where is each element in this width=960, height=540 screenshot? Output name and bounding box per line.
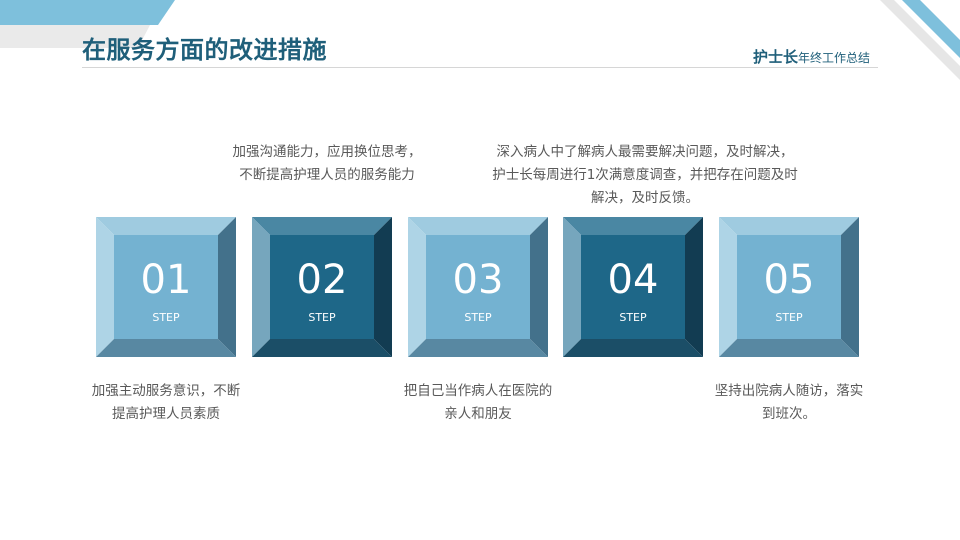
step-number-02: 02 [296, 257, 348, 303]
step-number-05: 05 [763, 257, 815, 303]
step-desc-02: 加强沟通能力，应用换位思考，不断提高护理人员的服务能力 [232, 144, 422, 183]
step-desc-03: 把自己当作病人在医院的亲人和朋友 [403, 383, 553, 422]
step-block-04: 04 STEP [563, 217, 703, 357]
step-label-02: STEP [308, 311, 336, 324]
step-block-05: 05 STEP [719, 217, 859, 357]
step-label-03: STEP [464, 311, 492, 324]
brand-label: 护士长年终工作总结 [753, 46, 870, 67]
header-divider [82, 67, 878, 68]
page-title: 在服务方面的改进措施 [82, 36, 327, 64]
step-label-04: STEP [619, 311, 647, 324]
step-block-01: 01 STEP [96, 217, 236, 357]
step-label-01: STEP [152, 311, 180, 324]
step-desc-01: 加强主动服务意识，不断提高护理人员素质 [91, 383, 241, 422]
step-label-05: STEP [775, 311, 803, 324]
step-desc-05: 坚持出院病人随访，落实到班次。 [714, 383, 864, 422]
brand-strong: 护士长 [752, 48, 798, 66]
top-right-decoration [880, 0, 960, 80]
step-block-03: 03 STEP [408, 217, 548, 357]
step-number-04: 04 [607, 257, 659, 303]
brand-rest: 年终工作总结 [797, 51, 870, 65]
step-desc-04: 深入病人中了解病人最需要解决问题，及时解决，护士长每周进行1次满意度调查，并把存… [492, 144, 798, 206]
step-number-01: 01 [140, 257, 192, 303]
step-block-02: 02 STEP [252, 217, 392, 357]
step-number-03: 03 [452, 257, 504, 303]
